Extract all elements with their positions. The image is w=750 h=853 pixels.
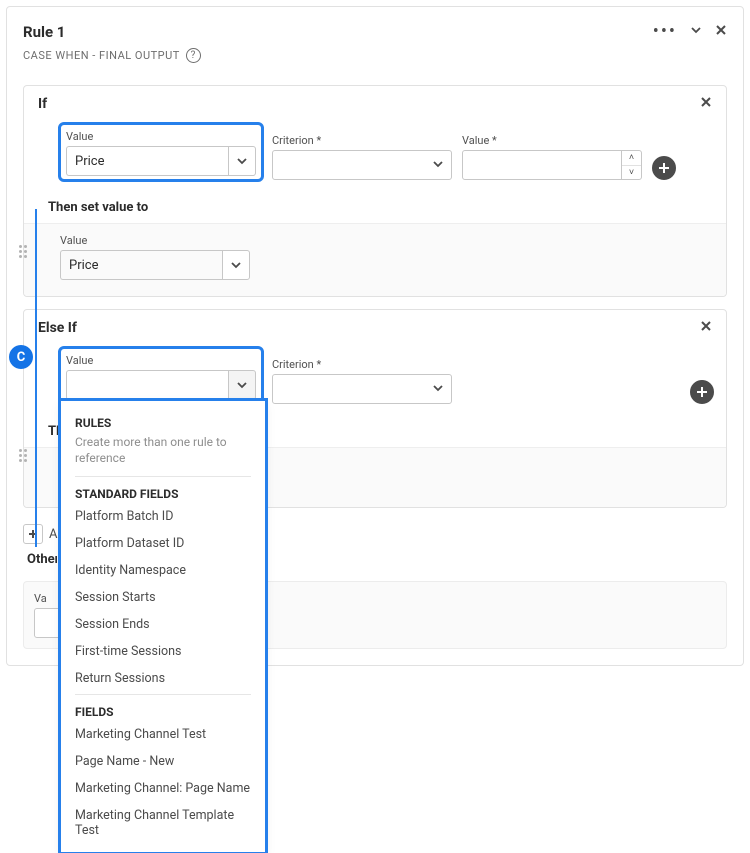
elseif-criterion-field: Criterion * — [272, 358, 452, 404]
drag-handle-icon[interactable] — [19, 245, 27, 258]
elseif-section: Else If Value — [23, 309, 727, 508]
if-criterion-select[interactable] — [272, 150, 452, 180]
if-value2-field: Value * ˄ ˅ — [462, 134, 642, 180]
dropdown-item[interactable]: Marketing Channel Template Test — [65, 802, 261, 844]
value-dropdown-panel[interactable]: RULES Create more than one rule to refer… — [60, 400, 266, 853]
chevron-down-icon — [433, 382, 443, 397]
field-label: Criterion * — [272, 134, 452, 147]
more-actions-icon[interactable]: ••• — [653, 21, 677, 42]
then-value-field: Value Price — [60, 234, 250, 280]
if-criterion-field: Criterion * — [272, 134, 452, 180]
dropdown-item[interactable]: Marketing Channel Test — [65, 721, 261, 748]
field-label: Criterion * — [272, 358, 452, 371]
chevron-down-icon — [222, 250, 250, 280]
dropdown-section-title: FIELDS — [65, 699, 261, 721]
elseif-value-selected — [66, 370, 228, 400]
close-icon[interactable] — [715, 24, 727, 40]
dropdown-item[interactable]: Marketing Channel: Page Name — [65, 775, 261, 802]
dropdown-item[interactable]: Session Starts — [65, 584, 261, 611]
collapse-icon[interactable] — [691, 24, 701, 39]
connector-line — [35, 209, 37, 547]
add-rule-button[interactable] — [23, 524, 43, 544]
dropdown-item[interactable]: First-time Sessions — [65, 638, 261, 665]
elseif-value-select[interactable] — [66, 370, 256, 400]
dropdown-item[interactable]: Platform Batch ID — [65, 503, 261, 530]
chevron-down-icon — [433, 158, 443, 173]
chevron-down-icon — [228, 370, 256, 400]
drag-handle-icon[interactable] — [19, 449, 27, 462]
then-value-selected: Price — [60, 250, 222, 280]
help-icon[interactable]: ? — [186, 48, 201, 63]
elseif-label: Else If — [38, 320, 77, 336]
elseif-condition-row: Value RULES Create more than one rule to… — [24, 344, 726, 418]
field-label-truncated: Va — [34, 592, 54, 605]
close-icon[interactable] — [700, 320, 712, 336]
highlight-ring: Value RULES Create more than one rule to… — [60, 348, 262, 404]
field-label: Value — [66, 354, 256, 367]
elseif-value-field: Value RULES Create more than one rule to… — [66, 354, 256, 400]
if-value-stepper[interactable]: ˄ ˅ — [462, 150, 642, 180]
step-badge-c: C — [9, 345, 33, 369]
if-section: If Value Price — [23, 85, 727, 297]
then-block: Value Price — [24, 223, 726, 296]
field-label: Value * — [462, 134, 642, 147]
stepper-up-icon[interactable]: ˄ — [622, 151, 641, 166]
field-label: Value — [66, 130, 256, 143]
elseif-criterion-select[interactable] — [272, 374, 452, 404]
otherwise-text: Otherwise — [27, 552, 57, 567]
dropdown-item[interactable]: Identity Namespace — [65, 557, 261, 584]
dropdown-section-title: RULES — [65, 410, 261, 432]
highlight-ring: Value Price — [60, 124, 262, 180]
rule-header: Rule 1 ••• — [7, 7, 743, 46]
dropdown-separator — [75, 476, 251, 477]
dropdown-item[interactable]: Platform Dataset ID — [65, 530, 261, 557]
stepper-down-icon[interactable]: ˅ — [622, 166, 641, 180]
rule-body: C If Value Price — [7, 77, 743, 665]
dropdown-section-title: STANDARD FIELDS — [65, 481, 261, 503]
if-header: If — [24, 86, 726, 120]
if-condition-row: Value Price Criterion * — [24, 120, 726, 194]
header-actions: ••• — [653, 21, 727, 42]
then-set-label: Then set value to — [24, 194, 726, 223]
rule-title: Rule 1 — [23, 23, 65, 41]
elseif-header: Else If — [24, 310, 726, 344]
add-condition-button[interactable] — [652, 156, 676, 180]
rule-subtitle: Case When - Final Output — [23, 49, 180, 62]
rule-subtitle-row: Case When - Final Output ? — [7, 46, 743, 77]
dropdown-item[interactable]: Session Ends — [65, 611, 261, 638]
if-value-selected: Price — [66, 146, 228, 176]
if-label: If — [38, 96, 47, 112]
dropdown-separator — [75, 694, 251, 695]
rule-card: Rule 1 ••• Case When - Final Output ? C … — [6, 6, 744, 666]
add-rule-label-truncated: A — [49, 527, 57, 542]
if-value-field: Value Price — [66, 130, 256, 176]
if-value-select[interactable]: Price — [66, 146, 256, 176]
close-icon[interactable] — [700, 96, 712, 112]
dropdown-hint: Create more than one rule to reference — [65, 432, 261, 474]
add-condition-button[interactable] — [690, 380, 714, 404]
dropdown-item[interactable]: Page Name - New — [65, 748, 261, 775]
dropdown-item[interactable]: Return Sessions — [65, 665, 261, 692]
chevron-down-icon — [228, 146, 256, 176]
then-value-select[interactable]: Price — [60, 250, 250, 280]
field-label: Value — [60, 234, 250, 247]
